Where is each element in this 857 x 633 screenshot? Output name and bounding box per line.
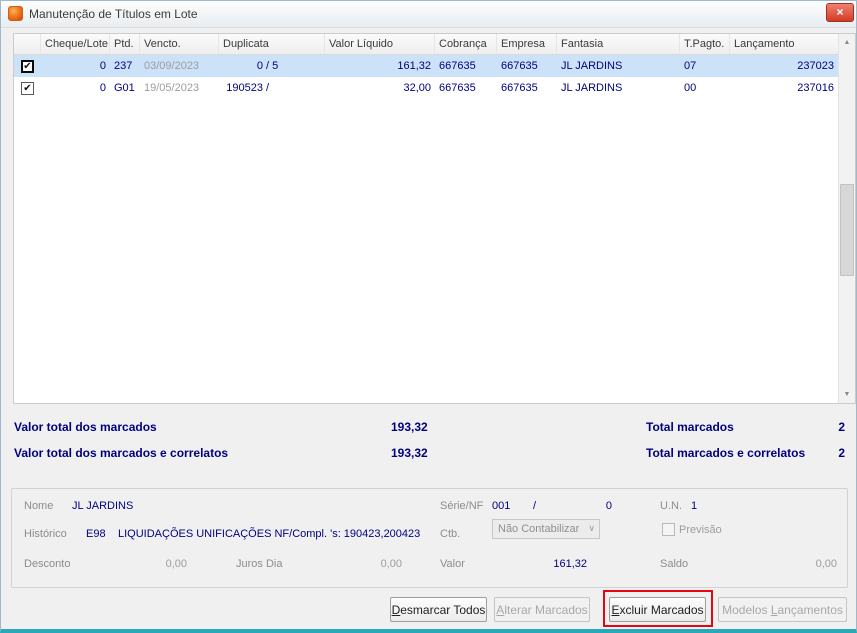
previsao-label: Previsão (679, 524, 722, 536)
total-correlatos-value: 193,32 (391, 446, 428, 460)
cell-vencto: 19/05/2023 (144, 82, 200, 94)
saldo-label: Saldo (660, 558, 689, 570)
historico-code: E98 (86, 528, 106, 540)
cell-cobranca: 667635 (439, 82, 476, 94)
ctb-select[interactable]: Não Contabilizar ∨ (492, 519, 600, 539)
total-correlatos-label: Valor total dos marcados e correlatos (14, 446, 229, 460)
saldo-value: 0,00 (815, 558, 837, 570)
nf-value: 0 (605, 500, 612, 512)
un-label: U.N. (660, 500, 682, 512)
column-header-duplicata[interactable]: Duplicata (219, 34, 325, 54)
column-header-empresa[interactable]: Empresa (497, 34, 557, 54)
desmarcar-todos-button[interactable]: Desmarcar Todos (390, 597, 487, 622)
alterar-marcados-button[interactable]: Alterar Marcados (494, 597, 590, 622)
nome-label: Nome (24, 500, 54, 512)
juros-dia-value: 0,00 (380, 558, 402, 570)
historico-text: LIQUIDAÇÕES UNIFICAÇÕES NF/Compl. 's: 19… (118, 528, 421, 540)
cell-fantasia: JL JARDINS (561, 82, 623, 94)
table-row[interactable]: ✔ 0 237 03/09/2023 0/5 161,32 667635 667… (14, 55, 838, 77)
grid-header-row: Cheque/Lote Ptd. Vencto. Duplicata Valor… (14, 34, 838, 55)
row-checkbox[interactable]: ✔ (21, 81, 34, 95)
cell-t-pagto: 00 (684, 82, 697, 94)
cell-lancamento: 237023 (797, 60, 834, 72)
cell-valor-liquido: 161,32 (397, 60, 431, 72)
count-marcados-value: 2 (838, 420, 845, 434)
total-marcados-label: Valor total dos marcados (14, 420, 157, 434)
juros-dia-label: Juros Dia (236, 558, 283, 570)
cell-t-pagto: 07 (684, 60, 697, 72)
cell-checkbox: ✔ (14, 59, 41, 73)
cell-empresa: 667635 (501, 82, 538, 94)
title-bar: Manutenção de Títulos em Lote × (1, 1, 856, 28)
column-header-lancamento[interactable]: Lançamento (730, 34, 838, 54)
duplicata-number: 190523 (226, 82, 263, 94)
titles-grid: Cheque/Lote Ptd. Vencto. Duplicata Valor… (13, 33, 856, 404)
ctb-label: Ctb. (440, 528, 461, 540)
check-icon: ✔ (23, 82, 32, 94)
valor-value: 161,32 (553, 558, 587, 570)
duplicata-parcela: 5 (272, 60, 279, 72)
scroll-down-icon[interactable]: ▼ (839, 386, 855, 403)
desconto-value: 0,00 (165, 558, 187, 570)
excluir-marcados-button[interactable]: Excluir Marcados (609, 597, 706, 622)
column-header-vencto[interactable]: Vencto. (140, 34, 219, 54)
cell-lancamento: 237016 (797, 82, 834, 94)
duplicata-separator: / (266, 82, 270, 94)
cell-cheque-lote: 0 (99, 60, 106, 72)
ctb-selected-value: Não Contabilizar (498, 523, 580, 535)
row-checkbox[interactable]: ✔ (21, 59, 34, 73)
column-header-checkbox[interactable] (14, 34, 41, 54)
cell-cheque-lote: 0 (99, 82, 106, 94)
scrollbar-thumb[interactable] (840, 184, 854, 276)
serie-nf-separator: / (533, 500, 537, 512)
column-header-cobranca[interactable]: Cobrança (435, 34, 497, 54)
un-value: 1 (691, 500, 698, 512)
historico-label: Histórico (24, 528, 67, 540)
count-correlatos-label: Total marcados e correlatos (646, 446, 806, 460)
modelos-lancamentos-button[interactable]: Modelos Lançamentos (718, 597, 847, 622)
close-button[interactable]: × (826, 3, 854, 22)
cell-vencto: 03/09/2023 (144, 60, 200, 72)
cell-cobranca: 667635 (439, 60, 476, 72)
column-header-t-pagto[interactable]: T.Pagto. (680, 34, 730, 54)
close-icon: × (836, 5, 844, 19)
app-icon (8, 6, 23, 21)
count-marcados-label: Total marcados (646, 420, 734, 434)
count-correlatos-value: 2 (838, 446, 845, 460)
cell-checkbox: ✔ (14, 81, 41, 95)
scroll-up-icon[interactable]: ▲ (839, 34, 855, 51)
serie-value: 001 (492, 500, 511, 512)
serie-nf-label: Série/NF (440, 500, 484, 512)
column-header-valor-liquido[interactable]: Valor Líquido (325, 34, 435, 54)
duplicata-number: 0 (256, 60, 263, 72)
cell-duplicata: 190523/ (219, 82, 325, 94)
column-header-ptd[interactable]: Ptd. (110, 34, 140, 54)
column-header-fantasia[interactable]: Fantasia (557, 34, 680, 54)
column-header-cheque-lote[interactable]: Cheque/Lote (41, 34, 110, 54)
chevron-down-icon: ∨ (588, 523, 595, 533)
total-marcados-value: 193,32 (391, 420, 428, 434)
cell-ptd: G01 (114, 82, 135, 94)
valor-label: Valor (440, 558, 465, 570)
previsao-checkbox[interactable] (662, 523, 675, 536)
cell-ptd: 237 (114, 60, 133, 72)
cell-valor-liquido: 32,00 (403, 82, 431, 94)
grid-content: Cheque/Lote Ptd. Vencto. Duplicata Valor… (14, 34, 838, 403)
check-icon: ✔ (23, 60, 32, 72)
desconto-label: Desconto (24, 558, 71, 570)
cell-empresa: 667635 (501, 60, 538, 72)
detail-panel: Nome JL JARDINS Série/NF 001 / 0 U.N. 1 … (11, 488, 848, 588)
nome-value: JL JARDINS (72, 500, 134, 512)
table-row[interactable]: ✔ 0 G01 19/05/2023 190523/ 32,00 667635 … (14, 77, 838, 99)
vertical-scrollbar[interactable]: ▲ ▼ (838, 34, 855, 403)
cell-fantasia: JL JARDINS (561, 60, 623, 72)
dialog-window: Manutenção de Títulos em Lote × Cheque/L… (0, 0, 857, 633)
duplicata-separator: / (266, 60, 270, 72)
cell-duplicata: 0/5 (219, 60, 325, 72)
window-title: Manutenção de Títulos em Lote (29, 7, 198, 21)
